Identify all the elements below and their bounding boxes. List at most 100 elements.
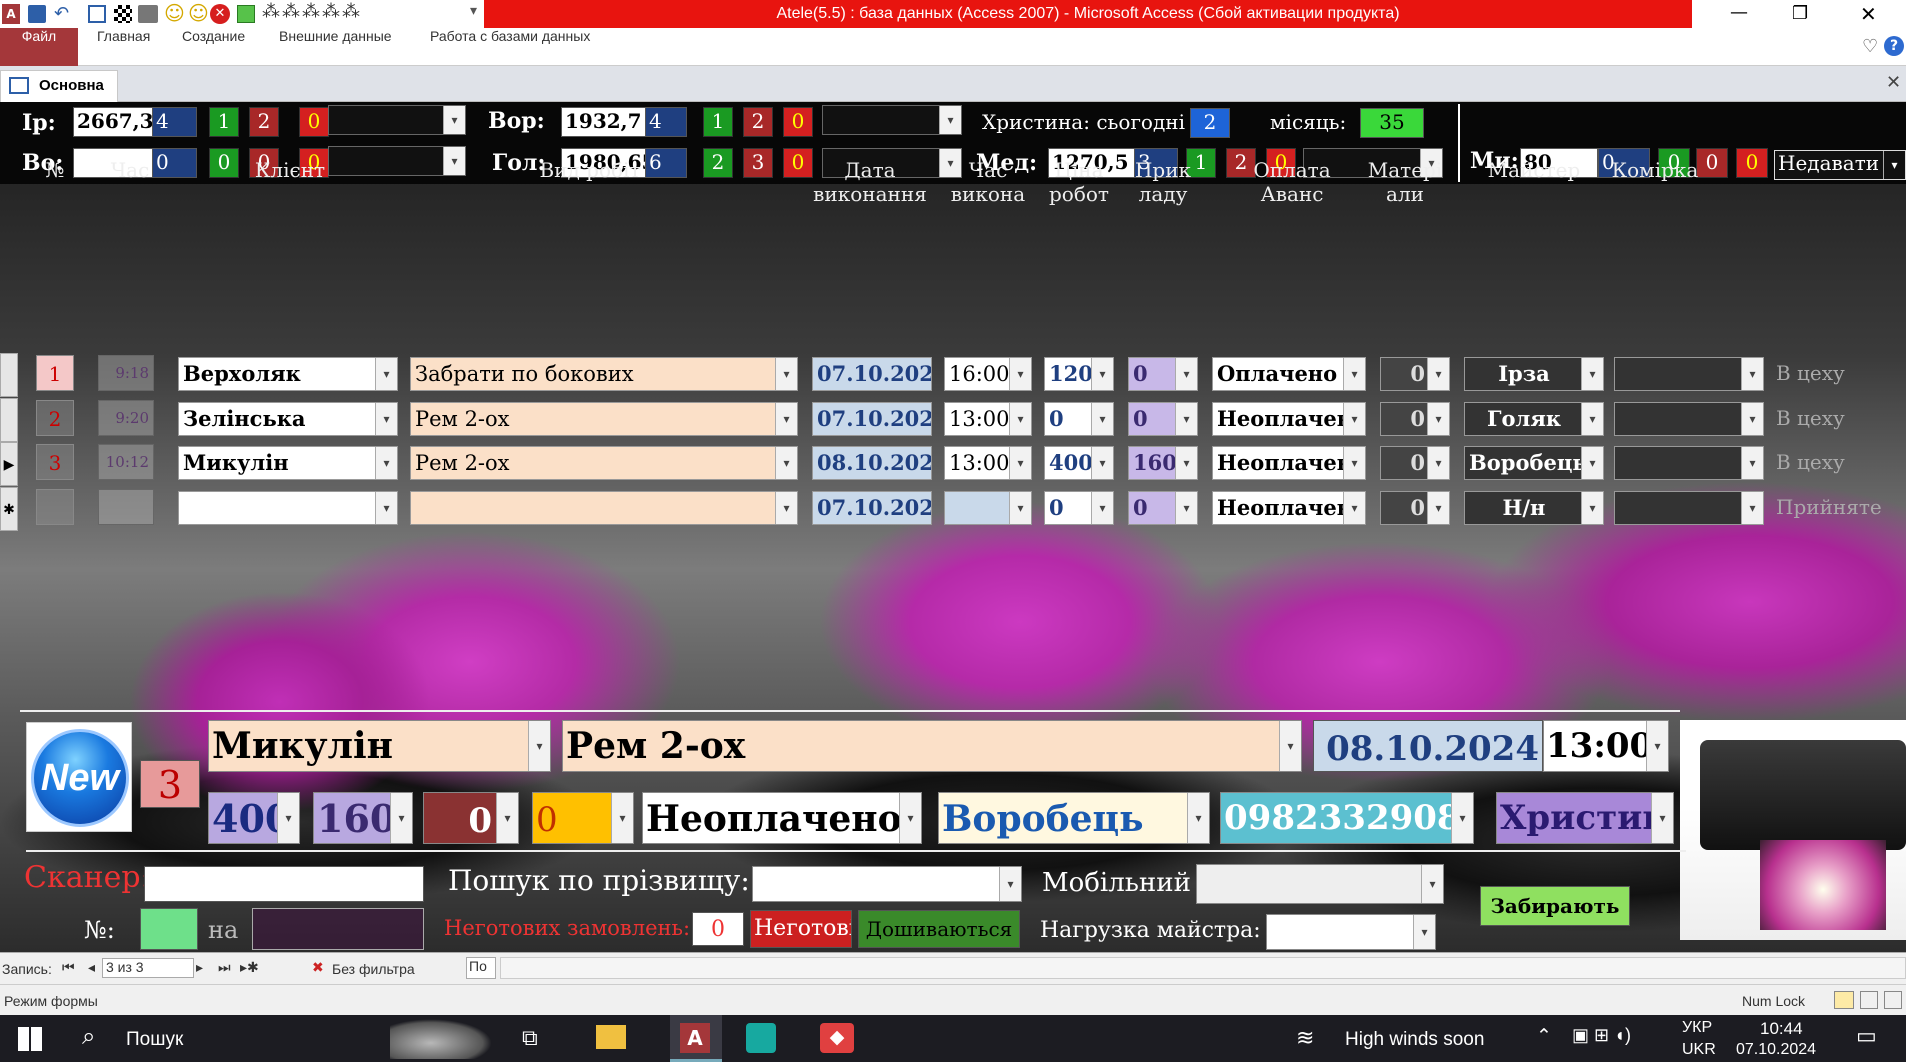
row-mat[interactable]: 0 ▾ [1380,491,1450,525]
detail-phone[interactable]: 0982332908 ▾ [1220,792,1474,844]
help-icon[interactable]: ? [1884,36,1904,56]
chevron-down-icon[interactable]: ▾ [1581,403,1603,435]
ir-select[interactable]: ▾ [328,105,466,135]
row-cell[interactable]: ▾ [1614,446,1764,480]
number-input[interactable] [140,908,198,950]
heart-icon[interactable]: ♡ [1862,36,1878,57]
qat-more-icon[interactable]: ▾ [470,3,477,19]
row-cell[interactable]: ▾ [1614,491,1764,525]
smile2-icon[interactable]: ☺ [188,1,209,25]
row-client[interactable]: Микулін ▾ [178,446,398,480]
tab-database-tools[interactable]: Работа с базами данных [430,28,590,66]
chevron-down-icon[interactable]: ▾ [375,492,397,524]
tree-icons[interactable]: ⁂⁂⁂⁂⁂ [262,1,362,22]
ir-value[interactable]: 2667,35 [73,107,153,137]
row-master[interactable]: Голяк ▾ [1464,402,1604,436]
chevron-down-icon[interactable]: ▾ [375,358,397,390]
last-record-icon[interactable]: ⏭ [218,959,231,976]
chevron-down-icon[interactable]: ▾ [775,403,797,435]
chevron-down-icon[interactable]: ▾ [1091,358,1113,390]
row-hour[interactable]: 13:00 ▾ [944,446,1032,480]
my-select[interactable]: Недавати ▾ [1774,150,1906,180]
chevron-down-icon[interactable]: ▾ [375,447,397,479]
start-icon[interactable] [18,1027,42,1051]
row-date[interactable]: 07.10.2024 [812,402,932,436]
row-mat[interactable]: 0 ▾ [1380,446,1450,480]
chevron-down-icon[interactable]: ▾ [1581,492,1603,524]
notready-button[interactable]: Неготові [750,910,852,948]
chevron-down-icon[interactable]: ▾ [1091,447,1113,479]
row-work[interactable]: Забрати по бокових ▾ [410,357,798,391]
new-button[interactable]: New [26,722,132,832]
chevron-down-icon[interactable]: ▾ [1427,492,1449,524]
row-cell[interactable]: ▾ [1614,402,1764,436]
vor-count[interactable]: 4 [645,107,687,137]
tab-create[interactable]: Создание [182,28,245,66]
scanner-input[interactable] [144,866,424,902]
layout-view-icon[interactable] [1860,991,1878,1009]
row-pay[interactable]: Неоплачено ▾ [1212,402,1366,436]
chevron-down-icon[interactable]: ▾ [1427,403,1449,435]
task-view-icon[interactable]: ⧉ [522,1025,538,1051]
new-record-icon[interactable]: ▸✱ [240,959,259,976]
chevron-down-icon[interactable]: ▾ [1343,403,1365,435]
form-tab-osnovna[interactable]: Основна [0,70,118,102]
chevron-down-icon[interactable]: ▾ [775,447,797,479]
chevron-down-icon[interactable]: ▾ [1581,447,1603,479]
row-master[interactable]: Н/н ▾ [1464,491,1604,525]
ir-count[interactable]: 4 [152,107,197,137]
chevron-down-icon[interactable]: ▾ [1175,403,1197,435]
row-work[interactable]: Рем 2-ох ▾ [410,446,798,480]
prev-record-icon[interactable]: ◂ [88,959,95,976]
row-cell[interactable]: ▾ [1614,357,1764,391]
chevron-down-icon[interactable]: ▾ [1581,358,1603,390]
my-zero[interactable]: 0 [1736,148,1768,178]
vor-zero[interactable]: 0 [783,107,813,137]
row-mat[interactable]: 0 ▾ [1380,402,1450,436]
row-price[interactable]: 0 ▾ [1044,402,1114,436]
chevron-down-icon[interactable]: ▾ [1009,358,1031,390]
row-prik[interactable]: 0 ▾ [1128,402,1198,436]
tab-external-data[interactable]: Внешние данные [279,28,392,66]
row-master[interactable]: Ірза ▾ [1464,357,1604,391]
row-selector[interactable]: ▶ [0,442,18,486]
filter-icon[interactable]: ✖ [312,959,324,976]
undo-icon[interactable]: ↶ [54,3,69,24]
chevron-down-icon[interactable]: ▾ [1741,403,1763,435]
chevron-down-icon[interactable]: ▾ [375,403,397,435]
pickup-button[interactable]: Забирають [1480,886,1630,926]
row-price[interactable]: 400 ▾ [1044,446,1114,480]
detail-date[interactable]: 08.10.2024 [1313,720,1543,772]
row-prik[interactable]: 160 ▾ [1128,446,1198,480]
chevron-down-icon[interactable]: ▾ [1741,492,1763,524]
horizontal-scrollbar[interactable] [500,957,1906,979]
access-taskbar-icon[interactable]: A [670,1015,722,1062]
detail-extra[interactable]: 0 ▾ [532,792,634,844]
detail-master[interactable]: Воробець ▾ [938,792,1210,844]
row-selector[interactable] [0,353,18,397]
row-master[interactable]: Воробець ▾ [1464,446,1604,480]
detail-materials[interactable]: 0 ▾ [423,792,519,844]
chevron-down-icon[interactable]: ▾ [1343,492,1365,524]
detail-prik[interactable]: 160 ▾ [313,792,413,844]
first-record-icon[interactable]: ⏮ [62,959,75,976]
close-icon[interactable]: ✕ [1860,2,1877,26]
chevron-down-icon[interactable]: ▾ [1427,447,1449,479]
app-icon[interactable] [746,1023,776,1053]
filter-status[interactable]: Без фильтра [332,961,415,977]
record-position[interactable]: 3 из 3 [102,958,194,978]
row-selector[interactable] [0,398,18,442]
checker-icon[interactable] [114,5,132,23]
tray-icons[interactable]: ▣ ⊞ ◖) [1572,1025,1631,1046]
row-date[interactable]: 07.10.2024 [812,357,932,391]
khr-month[interactable]: 35 [1360,108,1424,138]
taskbar-search[interactable]: Пошук [126,1029,183,1051]
chevron-down-icon[interactable]: ▾ [1009,492,1031,524]
ir-green[interactable]: 1 [209,107,239,137]
vor-select[interactable]: ▾ [822,105,962,135]
row-price[interactable]: 120 ▾ [1044,357,1114,391]
vor-green[interactable]: 1 [703,107,733,137]
language2[interactable]: UKR [1682,1041,1716,1059]
chevron-down-icon[interactable]: ▾ [1091,403,1113,435]
row-hour[interactable]: ▾ [944,491,1032,525]
